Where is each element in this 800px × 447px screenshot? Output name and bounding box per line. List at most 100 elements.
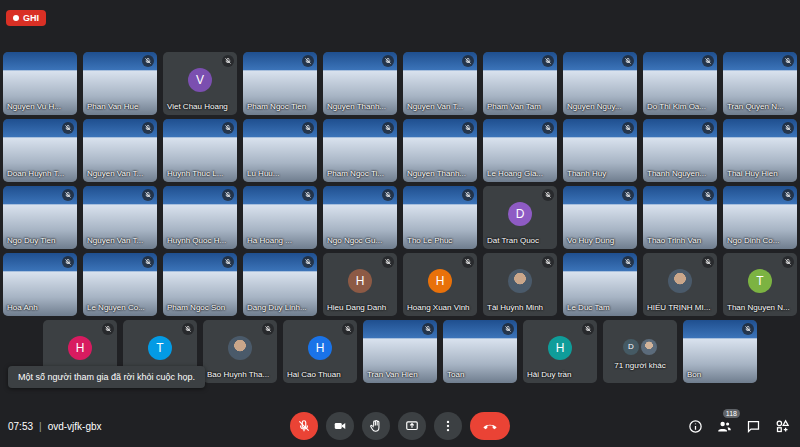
- participant-name: Nguyen Thanh...: [327, 102, 386, 112]
- avatar: T: [748, 269, 772, 293]
- activities-icon: [775, 419, 790, 434]
- participant-tile[interactable]: Phan Van Hue: [83, 52, 157, 115]
- participant-tile[interactable]: Nguyen Van T...: [83, 119, 157, 182]
- mic-off-icon: [302, 256, 314, 268]
- avatar: H: [308, 336, 332, 360]
- participant-tile[interactable]: Toan: [443, 320, 517, 383]
- participant-tile[interactable]: D 71 người khác: [603, 320, 677, 383]
- participant-name: Thao Trinh Van: [647, 236, 701, 246]
- participant-name: Nguyen Nguy...: [567, 102, 622, 112]
- participant-name: Tài Huỳnh Minh: [487, 303, 543, 313]
- mic-off-icon: [782, 55, 794, 67]
- participant-name: Lu Huu...: [247, 169, 279, 179]
- participant-tile[interactable]: VViet Chau Hoang: [163, 52, 237, 115]
- participant-tile[interactable]: Pham Ngoc Tien: [243, 52, 317, 115]
- participant-tile[interactable]: Nguyen Nguy...: [563, 52, 637, 115]
- participant-tile[interactable]: Huynh Quoc H...: [163, 186, 237, 249]
- mic-off-icon: [222, 189, 234, 201]
- participant-tile[interactable]: Nguyen Thanh...: [323, 52, 397, 115]
- participant-name: Dat Tran Quoc: [487, 236, 539, 246]
- participant-tile[interactable]: TThan Nguyen N...: [723, 253, 797, 316]
- participant-tile[interactable]: HHieu Dang Danh: [323, 253, 397, 316]
- present-button[interactable]: [398, 412, 426, 440]
- mic-off-icon: [62, 122, 74, 134]
- participant-name: Huynh Thuc L...: [167, 169, 223, 179]
- participant-tile[interactable]: Pham Ngoc Ti...: [323, 119, 397, 182]
- control-bar: 07:53|ovd-vjfk-gbx118: [0, 409, 800, 447]
- participant-tile[interactable]: Pham Ngoc Son: [163, 253, 237, 316]
- participant-tile[interactable]: Pham Van Tam: [483, 52, 557, 115]
- avatar: T: [148, 336, 172, 360]
- participant-tile[interactable]: Dang Duy Linh...: [243, 253, 317, 316]
- participant-tile[interactable]: Ha Hoang ...: [243, 186, 317, 249]
- mic-off-icon: [142, 189, 154, 201]
- camera-icon: [333, 419, 347, 433]
- more-button[interactable]: [434, 412, 462, 440]
- participant-tile[interactable]: Do Thi Kim Oa...: [643, 52, 717, 115]
- participant-tile[interactable]: Lu Huu...: [243, 119, 317, 182]
- mic-off-icon: [702, 256, 714, 268]
- activities-button[interactable]: [773, 417, 792, 436]
- chat-button[interactable]: [744, 417, 763, 436]
- participant-tile[interactable]: HHai Cao Thuan: [283, 320, 357, 383]
- participant-name: Ha Hoang ...: [247, 236, 292, 246]
- mic-off-icon: [542, 55, 554, 67]
- participant-tile[interactable]: Ngo Ngoc Gu...: [323, 186, 397, 249]
- clock: 07:53: [8, 421, 33, 432]
- call-controls: [290, 412, 510, 440]
- participant-name: Nguyen Thanh...: [407, 169, 466, 179]
- recording-dot-icon: [13, 15, 19, 21]
- participant-name: Bon: [687, 370, 701, 380]
- participant-name: 71 người khác: [603, 361, 677, 371]
- participant-tile[interactable]: Thai Huy Hien: [723, 119, 797, 182]
- mic-off-icon: [702, 189, 714, 201]
- participant-tile[interactable]: Thanh Huy: [563, 119, 637, 182]
- participant-name: Thanh Nguyen...: [647, 169, 706, 179]
- participant-tile[interactable]: Thanh Nguyen...: [643, 119, 717, 182]
- participant-tile[interactable]: Nguyen Vu H...: [3, 52, 77, 115]
- participant-tile[interactable]: Nguyen Van T...: [403, 52, 477, 115]
- participant-tile[interactable]: Huynh Thuc L...: [163, 119, 237, 182]
- people-button[interactable]: 118: [715, 417, 734, 436]
- mic-off-icon: [542, 189, 554, 201]
- mini-avatar-photo: [641, 339, 657, 355]
- participant-name: Viet Chau Hoang: [167, 102, 228, 112]
- info-button[interactable]: [686, 417, 705, 436]
- participant-tile[interactable]: Bon: [683, 320, 757, 383]
- participant-tile[interactable]: Ngo Duy Tien: [3, 186, 77, 249]
- participant-tile[interactable]: Thao Trinh Van: [643, 186, 717, 249]
- participant-name: Toan: [447, 370, 464, 380]
- camera-button[interactable]: [326, 412, 354, 440]
- participant-tile[interactable]: HIẾU TRỊNH MI...: [643, 253, 717, 316]
- participant-tile[interactable]: Le Nguyen Co...: [83, 253, 157, 316]
- mic-button[interactable]: [290, 412, 318, 440]
- participant-name: Tran Van Hien: [367, 370, 418, 380]
- participant-tile[interactable]: Nguyen Van T...: [83, 186, 157, 249]
- participant-tile[interactable]: Hoa Anh: [3, 253, 77, 316]
- participant-tile[interactable]: HHải Duy trần: [523, 320, 597, 383]
- avatar: D: [508, 202, 532, 226]
- participant-tile[interactable]: Ngo Dinh Co...: [723, 186, 797, 249]
- avatar-photo: [668, 269, 692, 293]
- present-screen-icon: [405, 419, 419, 433]
- mic-off-icon: [382, 55, 394, 67]
- participant-tile[interactable]: HHoang Xuan Vinh: [403, 253, 477, 316]
- participant-tile[interactable]: Nguyen Thanh...: [403, 119, 477, 182]
- participant-name: Ngo Dinh Co...: [727, 236, 779, 246]
- participant-tile[interactable]: Doan Huynh T...: [3, 119, 77, 182]
- meeting-code: ovd-vjfk-gbx: [48, 421, 102, 432]
- participant-tile[interactable]: Vo Huy Dung: [563, 186, 637, 249]
- participant-tile[interactable]: Tran Van Hien: [363, 320, 437, 383]
- participant-tile[interactable]: Tran Quyen N...: [723, 52, 797, 115]
- hand-button[interactable]: [362, 412, 390, 440]
- participant-name: Hoang Xuan Vinh: [407, 303, 470, 313]
- leave-button[interactable]: [470, 412, 510, 440]
- mini-avatar: D: [623, 339, 639, 355]
- participant-tile[interactable]: Tho Le Phuc: [403, 186, 477, 249]
- mic-off-icon: [462, 122, 474, 134]
- participant-tile[interactable]: Le Hoang Gia...: [483, 119, 557, 182]
- participant-tile[interactable]: Tài Huỳnh Minh: [483, 253, 557, 316]
- participant-tile[interactable]: D Dat Tran Quoc: [483, 186, 557, 249]
- participant-tile[interactable]: Le Duc Tam: [563, 253, 637, 316]
- participant-tile[interactable]: Bao Huynh Tha...: [203, 320, 277, 383]
